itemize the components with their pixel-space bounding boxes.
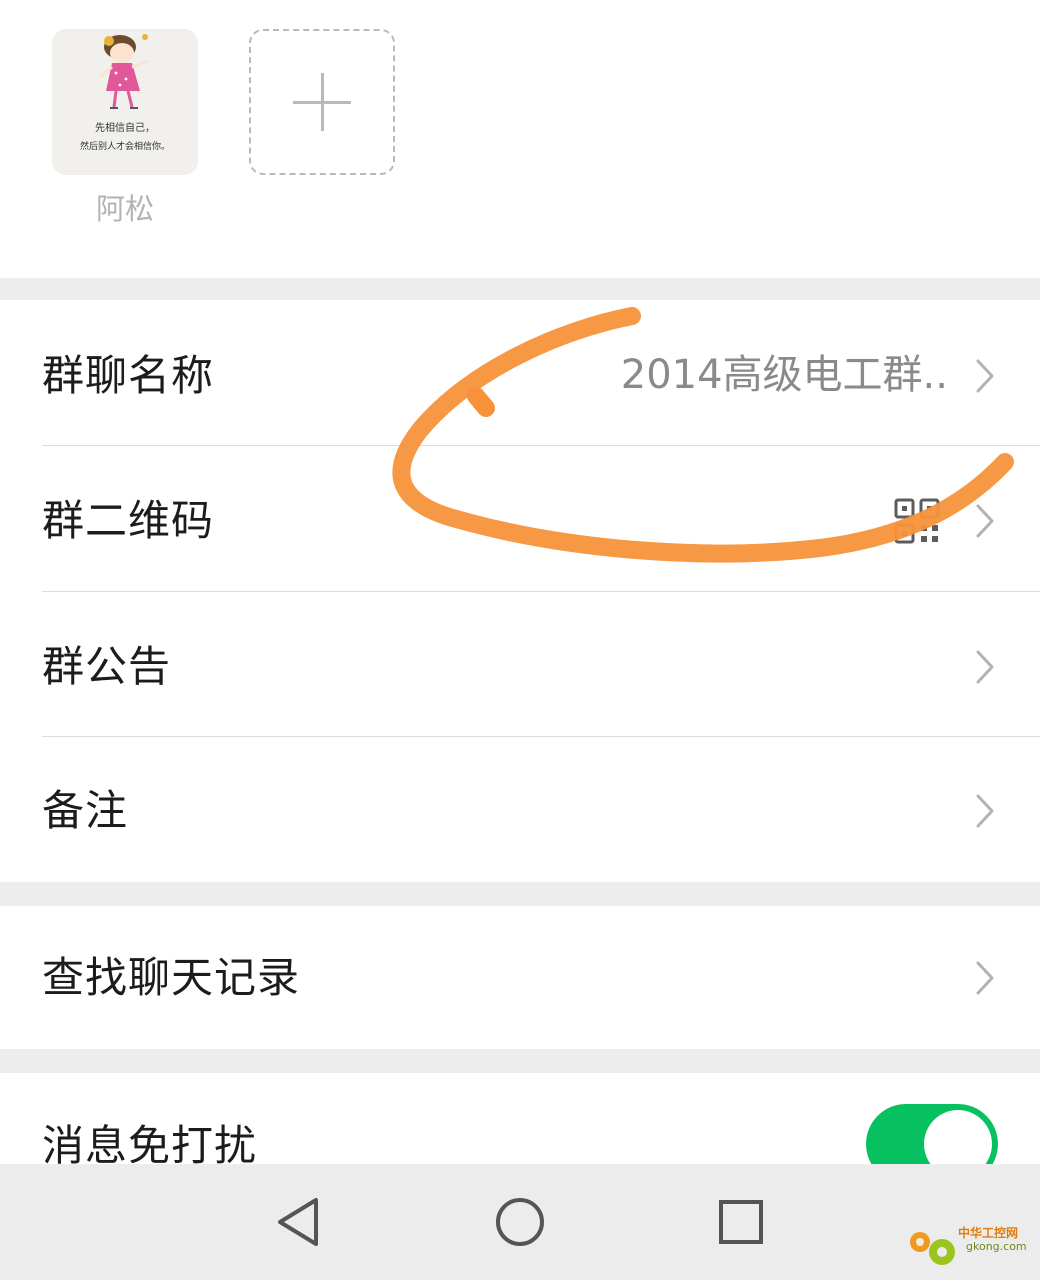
group-name-label: 群聊名称 [42,351,215,400]
chevron-right-icon [976,504,994,537]
chevron-right-icon [976,359,994,392]
row-group-announcement[interactable]: 群公告 [0,594,1040,739]
members-section: 先相信自己， 然后别人才会相信你。 阿松 [0,0,1040,278]
group-settings-section: 群聊名称 2014高级电工群.. 群二维码 群公告 备注 [0,300,1040,882]
triangle-back-icon[interactable] [272,1194,328,1250]
group-qr-label: 群二维码 [42,496,215,545]
circle-home-icon[interactable] [492,1194,548,1250]
watermark-logo: 中华工控网 gkong.com [904,1218,1034,1274]
divider [42,445,1040,446]
avatar[interactable]: 先相信自己， 然后别人才会相信你。 [52,29,198,175]
svg-text:然后别人才会相信你。: 然后别人才会相信你。 [80,140,170,152]
chevron-right-icon [976,650,994,683]
search-history-label: 查找聊天记录 [42,953,301,1002]
watermark-title: 中华工控网 [958,1226,1019,1240]
mute-label: 消息免打扰 [42,1121,258,1164]
remark-label: 备注 [42,786,129,835]
row-remark[interactable]: 备注 [0,738,1040,883]
system-navigation-bar [0,1164,1040,1280]
row-search-chat-history[interactable]: 查找聊天记录 [0,906,1040,1049]
chevron-right-icon [976,961,994,994]
svg-text:先相信自己，: 先相信自己， [95,121,155,134]
divider [42,736,1040,737]
member-name: 阿松 [95,192,154,226]
watermark-url: gkong.com [966,1240,1027,1253]
avatar-cartoon-girl-image: 先相信自己， 然后别人才会相信你。 [52,29,198,175]
gear-icon [910,1232,955,1265]
row-group-qr-code[interactable]: 群二维码 [0,448,1040,593]
square-recents-icon[interactable] [713,1194,769,1250]
chevron-right-icon [976,794,994,827]
divider [42,591,1040,592]
search-history-section: 查找聊天记录 [0,906,1040,1049]
qr-code-icon [894,498,940,544]
member-item[interactable]: 先相信自己， 然后别人才会相信你。 阿松 [52,29,198,227]
group-name-value: 2014高级电工群.. [620,352,948,398]
add-member-button[interactable] [249,29,395,175]
group-chat-info-screen: 先相信自己， 然后别人才会相信你。 阿松 群聊名称 2014高级电工群.. 群二… [0,0,1040,1280]
row-group-name[interactable]: 群聊名称 2014高级电工群.. [0,303,1040,448]
announcement-label: 群公告 [42,642,172,691]
